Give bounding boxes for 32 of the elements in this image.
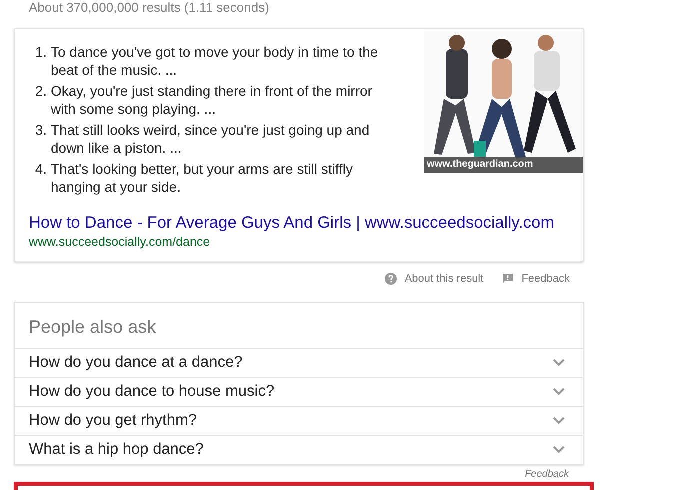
step-number: 1. [34,43,47,62]
feedback-link[interactable]: Feedback [502,273,570,285]
chevron-down-icon [553,417,565,425]
question-text: What is a hip hop dance? [29,441,204,459]
chevron-down-icon [553,446,565,454]
feedback-icon [502,273,514,285]
question-row[interactable]: How do you get rhythm? [15,406,583,435]
chevron-down-icon [553,359,565,367]
about-result-label: About this result [404,273,484,285]
result-stats: About 370,000,000 results (1.11 seconds) [29,0,270,15]
result-url: www.succeedsocially.com/dance [29,235,212,249]
question-text: How do you get rhythm? [29,412,198,430]
chevron-down-icon [553,388,565,396]
step-number: 2. [34,82,47,101]
about-result-link[interactable]: About this result [384,273,484,285]
question-text: How do you dance to house music? [29,383,275,401]
step-number: 3. [34,121,47,140]
result-title-link[interactable]: How to Dance - For Average Guys And Girls | www.succeedsocially.com [29,214,583,233]
help-icon [384,273,397,285]
step-number: 4. [34,160,47,179]
step-text: That still looks weird, since you're just going up and down like a piston. ... [51,121,371,157]
feedback-link[interactable]: Feedback [525,465,584,480]
image-caption: www.theguardian.com [424,157,583,173]
question-row[interactable]: How do you dance at a dance? [15,348,583,377]
panel-title: People also ask [28,316,158,339]
feedback-label: Feedback [522,273,570,285]
question-text: How do you dance at a dance? [29,354,243,372]
step-text: Okay, you're just standing there in front of the mirror with some song playing. ... [51,82,374,118]
step-text: To dance you've got to move your body in time to the beat of the music. ... [51,43,380,79]
question-row[interactable]: How do you dance to house music? [15,377,583,406]
step-text: That's looking better, but your arms are still stiffly hanging at your side. [51,160,354,196]
question-row[interactable]: What is a hip hop dance? [15,435,583,464]
